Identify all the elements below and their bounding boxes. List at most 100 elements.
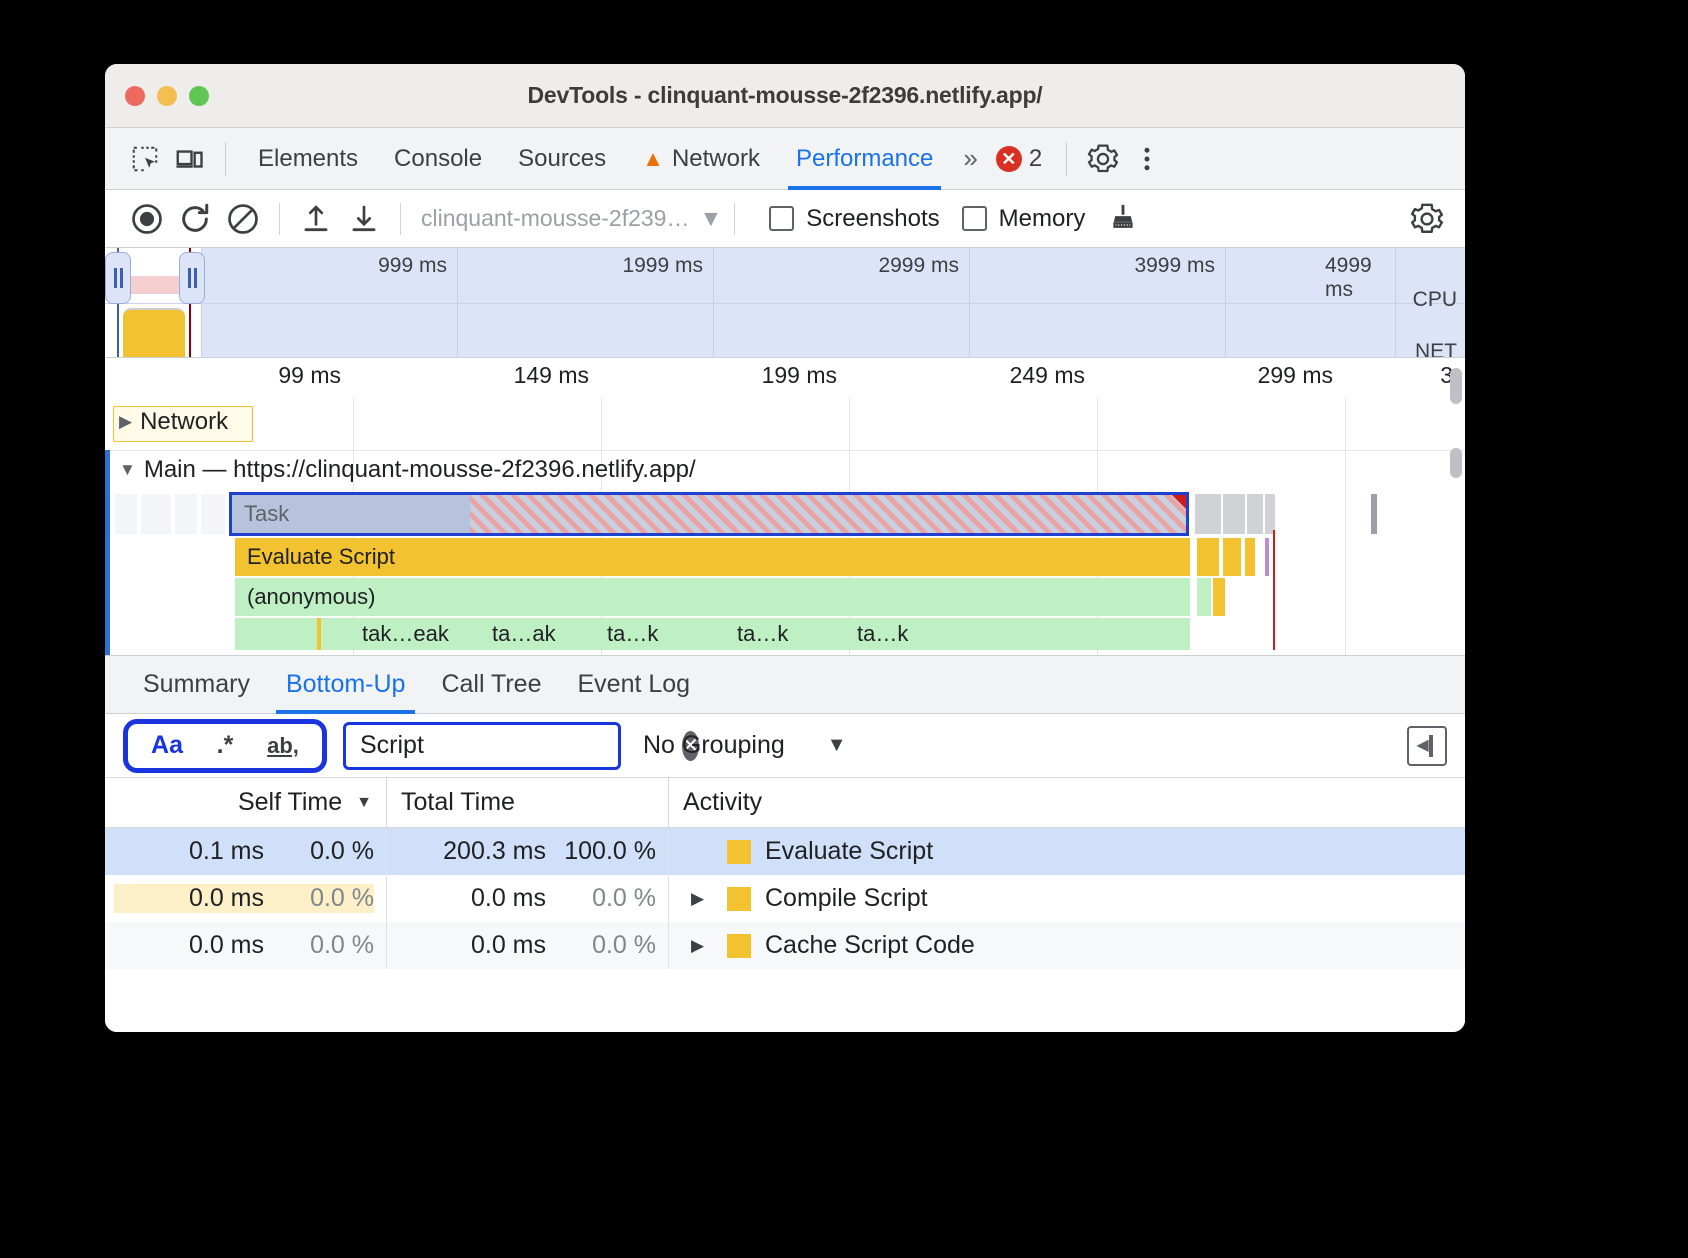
overview-left-handle[interactable]	[105, 252, 131, 304]
long-task-warning-triangle-icon	[1172, 495, 1186, 509]
cell-self-time: 0.1 ms 0.0 %	[105, 828, 387, 875]
overview-row-divider	[105, 303, 1465, 304]
tab-performance[interactable]: Performance	[778, 128, 951, 190]
flame-bar-small-yellow[interactable]	[1213, 578, 1225, 616]
flame-bar-anonymous-label: (anonymous)	[247, 584, 376, 609]
details-tab-bar: Summary Bottom-Up Call Tree Event Log	[105, 656, 1465, 714]
expand-triangle-icon[interactable]: ▶	[119, 412, 132, 432]
overview-tick: 3999 ms	[1134, 254, 1215, 277]
tab-bottom-up-label: Bottom-Up	[285, 670, 406, 698]
flame-bar-small-yellow[interactable]	[1223, 538, 1241, 576]
column-header-total-time[interactable]: Total Time	[387, 778, 669, 827]
save-profile-icon[interactable]	[340, 195, 388, 243]
network-track-title[interactable]: ▶ Network	[119, 408, 228, 436]
more-options-icon[interactable]	[1125, 137, 1169, 181]
target-select[interactable]: clinquant-mousse-2f239… ▼	[421, 205, 722, 232]
self-time-ms: 0.1 ms	[188, 837, 264, 865]
target-select-label: clinquant-mousse-2f239…	[421, 205, 690, 231]
flame-chart-ruler: 99 ms 149 ms 199 ms 249 ms 299 ms 3	[105, 358, 1465, 398]
tab-console-label: Console	[394, 144, 483, 172]
grouping-select[interactable]: No Grouping ▼	[643, 731, 847, 760]
flame-bar-small-yellow[interactable]	[1245, 538, 1255, 576]
total-time-pct: 0.0 %	[592, 884, 656, 912]
tab-event-log[interactable]: Event Log	[560, 656, 709, 714]
tab-call-tree[interactable]: Call Tree	[423, 656, 559, 714]
more-tabs-icon[interactable]: »	[951, 143, 985, 174]
flame-tick: 149 ms	[513, 362, 589, 388]
self-time-pct: 0.0 %	[264, 884, 374, 913]
flame-chart-scrollbar-thumb[interactable]	[1450, 448, 1462, 478]
capture-settings-gear-icon[interactable]	[1403, 195, 1451, 243]
filter-input[interactable]	[360, 731, 682, 760]
tab-summary[interactable]: Summary	[125, 656, 268, 714]
column-header-self-time[interactable]: Self Time ▼	[105, 778, 387, 827]
flame-gridline	[1345, 398, 1346, 655]
flame-bar-truncated[interactable]: ta…k	[595, 618, 693, 650]
table-row[interactable]: 0.0 ms 0.0 % 0.0 ms 0.0 % ▶ Compile Scri…	[105, 875, 1465, 922]
screenshots-label: Screenshots	[806, 204, 940, 232]
memory-checkbox[interactable]: Memory	[961, 205, 1085, 233]
activity-label: Evaluate Script	[765, 837, 934, 865]
flame-bar-small-yellow[interactable]	[1197, 538, 1219, 576]
filter-input-wrapper[interactable]: ✕	[343, 721, 699, 770]
error-badge[interactable]: ✕ 2	[986, 145, 1052, 173]
activity-color-swatch	[727, 933, 751, 958]
cell-total-time: 0.0 ms 0.0 %	[387, 875, 669, 922]
flame-tick: 249 ms	[1009, 362, 1085, 388]
flame-bar-truncated[interactable]: ta…ak	[480, 618, 590, 650]
flame-bar-truncated[interactable]: ta…k	[845, 618, 945, 650]
details-panel: Summary Bottom-Up Call Tree Event Log Aa…	[105, 656, 1465, 1032]
overview-right-handle[interactable]	[179, 252, 205, 304]
row-expander-icon[interactable]: ▶	[691, 889, 713, 909]
device-toolbar-icon[interactable]	[167, 137, 211, 181]
table-row[interactable]: 0.0 ms 0.0 % 0.0 ms 0.0 % ▶ Cache Script…	[105, 922, 1465, 969]
overview-tick: 999 ms	[378, 254, 447, 277]
flame-bar-small-green[interactable]	[1197, 578, 1211, 616]
flame-chart-scrollbar[interactable]	[1450, 368, 1462, 404]
warning-triangle-icon: ▲	[642, 145, 664, 171]
overview-timeline[interactable]: 999 ms 1999 ms 2999 ms 3999 ms 4999 ms C…	[105, 248, 1465, 358]
cell-total-time: 200.3 ms 100.0 %	[387, 828, 669, 875]
inspect-element-icon[interactable]	[123, 137, 167, 181]
flame-bar-evaluate-script[interactable]: Evaluate Script	[235, 538, 1190, 576]
flame-bar-anonymous[interactable]: (anonymous)	[235, 578, 1190, 616]
match-case-button[interactable]: Aa	[138, 725, 196, 767]
load-profile-icon[interactable]	[292, 195, 340, 243]
memory-checkbox-box	[961, 206, 987, 231]
clear-recording-button[interactable]	[219, 195, 267, 243]
tab-network[interactable]: ▲ Network	[624, 128, 778, 190]
title-bar: DevTools - clinquant-mousse-2f2396.netli…	[105, 64, 1465, 128]
activity-label: Cache Script Code	[765, 931, 975, 959]
flame-filler-block	[141, 494, 171, 534]
main-track-title[interactable]: ▼ Main — https://clinquant-mousse-2f2396…	[119, 456, 696, 484]
flame-bar-truncated[interactable]: ta…k	[725, 618, 825, 650]
reload-and-record-button[interactable]	[171, 195, 219, 243]
flame-bar-task[interactable]: Task	[229, 492, 1189, 536]
use-regex-button[interactable]: .*	[196, 725, 254, 767]
filter-options-group: Aa .* ab,	[123, 718, 327, 773]
collect-garbage-icon[interactable]	[1099, 195, 1147, 243]
toolbar-divider-2	[1066, 141, 1068, 176]
tab-console[interactable]: Console	[376, 128, 500, 190]
overview-net-label: NET	[1415, 340, 1457, 358]
tab-bottom-up[interactable]: Bottom-Up	[268, 656, 423, 714]
flame-filler-block	[1195, 494, 1221, 534]
table-row[interactable]: 0.1 ms 0.0 % 200.3 ms 100.0 % Evaluate S…	[105, 828, 1465, 875]
perf-divider-3	[734, 202, 736, 235]
screenshots-checkbox[interactable]: Screenshots	[769, 204, 940, 233]
collapse-triangle-icon[interactable]: ▼	[119, 460, 136, 480]
flame-bar-truncated[interactable]: tak…eak	[350, 618, 476, 650]
flame-chart[interactable]: 99 ms 149 ms 199 ms 249 ms 299 ms 3 ▶ Ne…	[105, 358, 1465, 656]
tab-sources[interactable]: Sources	[500, 128, 624, 190]
sidebar-toggle-icon: ◀	[1416, 736, 1429, 754]
tab-call-tree-label: Call Tree	[441, 670, 542, 698]
tab-elements[interactable]: Elements	[240, 128, 376, 190]
show-sidebar-button[interactable]: ◀	[1407, 725, 1447, 766]
match-whole-word-button[interactable]: ab,	[254, 725, 312, 767]
column-header-activity[interactable]: Activity	[669, 778, 1465, 827]
settings-gear-icon[interactable]	[1081, 137, 1125, 181]
activity-color-swatch	[727, 886, 751, 911]
row-expander-icon[interactable]: ▶	[691, 936, 713, 956]
devtools-tab-bar: Elements Console Sources ▲ Network Perfo…	[105, 128, 1465, 190]
record-button[interactable]	[123, 195, 171, 243]
